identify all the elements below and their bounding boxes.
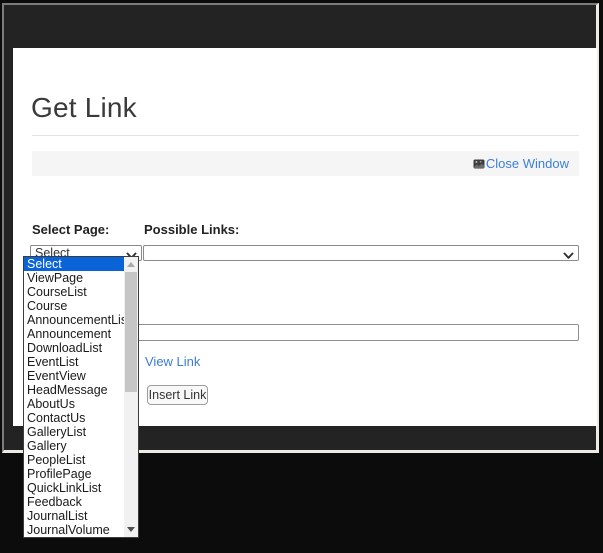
- dropdown-option[interactable]: ProfilePage: [24, 467, 124, 481]
- dropdown-option[interactable]: AboutUs: [24, 397, 124, 411]
- insert-link-button[interactable]: Insert Link: [147, 385, 208, 405]
- close-window-link[interactable]: Close Window: [473, 156, 569, 171]
- dropdown-option[interactable]: EventView: [24, 369, 124, 383]
- dropdown-option[interactable]: DownloadList: [24, 341, 124, 355]
- dropdown-option[interactable]: GalleryList: [24, 425, 124, 439]
- dropdown-option[interactable]: HeadMessage: [24, 383, 124, 397]
- select-page-open-list: SelectViewPageCourseListCourseAnnounceme…: [23, 256, 139, 538]
- scroll-down-arrow[interactable]: [124, 522, 138, 537]
- dropdown-option[interactable]: QuickLinkList: [24, 481, 124, 495]
- scroll-up-arrow[interactable]: [124, 257, 138, 272]
- possible-links-dropdown[interactable]: [143, 245, 579, 261]
- possible-links-label: Possible Links:: [144, 222, 239, 237]
- dropdown-option[interactable]: Course: [24, 299, 124, 313]
- toolbar: Close Window: [32, 151, 579, 176]
- dropdown-option-list: SelectViewPageCourseListCourseAnnounceme…: [24, 257, 124, 537]
- chevron-down-icon: [563, 249, 574, 257]
- dropdown-option[interactable]: AnnouncementList: [24, 313, 124, 327]
- dropdown-option[interactable]: Feedback: [24, 495, 124, 509]
- dropdown-option[interactable]: JournalVolume: [24, 523, 124, 537]
- dropdown-option[interactable]: EventList: [24, 355, 124, 369]
- dropdown-option[interactable]: ContactUs: [24, 411, 124, 425]
- view-link[interactable]: View Link: [145, 354, 200, 369]
- dropdown-option[interactable]: Select: [24, 257, 124, 271]
- dropdown-option[interactable]: Gallery: [24, 439, 124, 453]
- dropdown-option[interactable]: CourseList: [24, 285, 124, 299]
- dropdown-option[interactable]: Announcement: [24, 327, 124, 341]
- dropdown-option[interactable]: ViewPage: [24, 271, 124, 285]
- dropdown-option[interactable]: PeopleList: [24, 453, 124, 467]
- dropdown-scrollbar[interactable]: [124, 257, 138, 537]
- select-page-label: Select Page:: [32, 222, 109, 237]
- close-window-icon: [473, 158, 485, 170]
- page-title: Get Link: [31, 92, 137, 124]
- dropdown-option[interactable]: JournalList: [24, 509, 124, 523]
- title-divider: [32, 135, 579, 136]
- close-window-label: Close Window: [486, 156, 569, 171]
- scrollbar-thumb[interactable]: [125, 272, 137, 392]
